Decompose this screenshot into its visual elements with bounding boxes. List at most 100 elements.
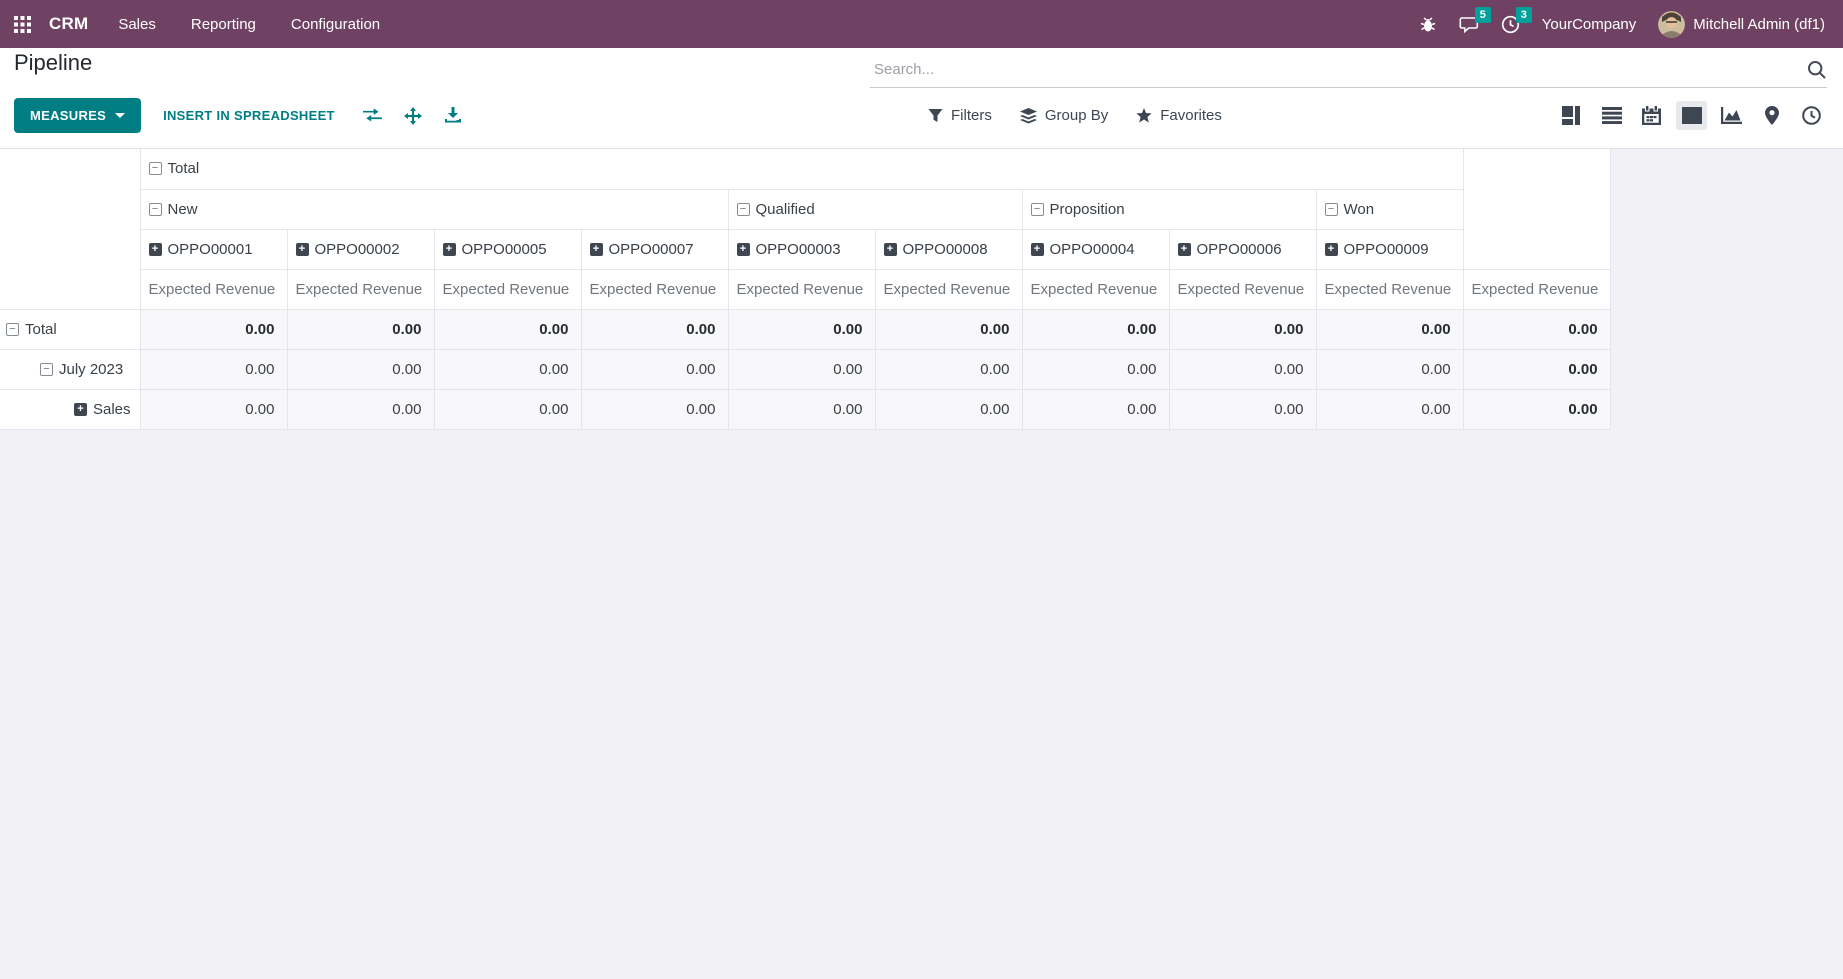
pivot-col-stage-qualified[interactable]: −Qualified (728, 189, 1022, 229)
collapse-icon[interactable]: − (6, 323, 19, 336)
stage-label: Won (1344, 201, 1375, 218)
pivot-row-july-2023: −July 2023 0.00 0.00 0.00 0.00 0.00 0.00… (0, 349, 1610, 389)
collapse-icon[interactable]: − (149, 203, 162, 216)
flip-axis-button[interactable] (359, 104, 386, 128)
pivot-col-group-total[interactable]: − Total (140, 149, 1463, 189)
measures-button[interactable]: MEASURES (14, 98, 141, 133)
collapse-icon[interactable]: − (1031, 203, 1044, 216)
pivot-corner-cell (0, 149, 140, 309)
group-by-button[interactable]: Group By (1020, 107, 1108, 124)
pivot-cell: 0.00 (434, 349, 581, 389)
pivot-col-opportunity[interactable]: +OPPO00002 (287, 229, 434, 269)
measure-header[interactable]: Expected Revenue (1169, 269, 1316, 309)
caret-down-icon (115, 113, 125, 118)
graph-icon (1721, 107, 1742, 124)
pivot-col-opportunity[interactable]: +OPPO00006 (1169, 229, 1316, 269)
pivot-col-opportunity[interactable]: +OPPO00005 (434, 229, 581, 269)
menu-configuration[interactable]: Configuration (291, 16, 380, 33)
pivot-col-opportunity[interactable]: +OPPO00009 (1316, 229, 1463, 269)
pivot-col-opportunity[interactable]: +OPPO00004 (1022, 229, 1169, 269)
measure-header[interactable]: Expected Revenue (287, 269, 434, 309)
pivot-cell: 0.00 (581, 389, 728, 429)
pivot-toolbar: MEASURES INSERT IN SPREADSHEET (14, 98, 466, 133)
pivot-col-opportunity[interactable]: + OPPO00001 (140, 229, 287, 269)
apps-menu-button[interactable] (10, 12, 35, 37)
pivot-cell: 0.00 (1169, 349, 1316, 389)
view-calendar-button[interactable] (1636, 101, 1667, 130)
measure-header[interactable]: Expected Revenue (434, 269, 581, 309)
measure-header[interactable]: Expected Revenue (1316, 269, 1463, 309)
pivot-row-header-sales[interactable]: +Sales (0, 389, 140, 429)
view-pivot-button[interactable] (1676, 101, 1707, 130)
expand-icon[interactable]: + (590, 243, 603, 256)
pivot-cell: 0.00 (581, 309, 728, 349)
collapse-icon[interactable]: − (737, 203, 750, 216)
view-kanban-button[interactable] (1556, 101, 1587, 130)
view-activity-button[interactable] (1796, 101, 1827, 130)
user-menu[interactable]: Mitchell Admin (df1) (1658, 11, 1825, 38)
expand-icon[interactable]: + (1178, 243, 1191, 256)
measure-header[interactable]: Expected Revenue (1463, 269, 1610, 309)
collapse-icon[interactable]: − (40, 363, 53, 376)
insert-in-spreadsheet-button[interactable]: INSERT IN SPREADSHEET (163, 108, 335, 123)
pivot-cell: 0.00 (287, 349, 434, 389)
pivot-cell: 0.00 (1316, 349, 1463, 389)
view-map-button[interactable] (1756, 101, 1787, 130)
search-button[interactable] (1807, 60, 1827, 80)
measure-header[interactable]: Expected Revenue (581, 269, 728, 309)
filters-button[interactable]: Filters (928, 107, 992, 124)
opportunity-label: OPPO00007 (609, 241, 694, 258)
stage-label: New (168, 201, 198, 218)
row-label: Total (25, 321, 57, 338)
calendar-icon (1642, 106, 1661, 125)
messages-badge: 5 (1475, 7, 1491, 23)
favorites-button[interactable]: Favorites (1136, 107, 1222, 124)
collapse-icon[interactable]: − (149, 162, 162, 175)
expand-icon[interactable]: + (74, 403, 87, 416)
pivot-col-stage-new[interactable]: −New (140, 189, 728, 229)
expand-icon[interactable]: + (737, 243, 750, 256)
col-group-label: Total (168, 160, 200, 177)
list-icon (1602, 107, 1622, 124)
app-name[interactable]: CRM (49, 14, 88, 34)
view-graph-button[interactable] (1716, 101, 1747, 130)
pivot-cell: 0.00 (140, 309, 287, 349)
search-bar (870, 54, 1827, 88)
menu-reporting[interactable]: Reporting (191, 16, 256, 33)
opportunity-label: OPPO00001 (168, 241, 253, 258)
pivot-cell: 0.00 (1463, 349, 1610, 389)
pivot-col-stage-won[interactable]: −Won (1316, 189, 1463, 229)
pivot-col-stage-proposition[interactable]: −Proposition (1022, 189, 1316, 229)
measure-header[interactable]: Expected Revenue (875, 269, 1022, 309)
menu-sales[interactable]: Sales (118, 16, 156, 33)
pivot-row-header-july-2023[interactable]: −July 2023 (0, 349, 140, 389)
expand-icon[interactable]: + (1325, 243, 1338, 256)
pivot-col-opportunity[interactable]: + OPPO00007 (581, 229, 728, 269)
messages-button[interactable]: 5 (1459, 15, 1479, 34)
pivot-row-header-total[interactable]: −Total (0, 309, 140, 349)
company-menu[interactable]: YourCompany (1542, 16, 1637, 33)
filters-label: Filters (951, 107, 992, 124)
expand-all-button[interactable] (400, 103, 426, 129)
kanban-icon (1562, 106, 1582, 125)
pivot-cell: 0.00 (140, 389, 287, 429)
expand-icon[interactable]: + (296, 243, 309, 256)
expand-icon[interactable]: + (1031, 243, 1044, 256)
pivot-cell: 0.00 (434, 309, 581, 349)
download-button[interactable] (440, 103, 466, 128)
pivot-col-opportunity[interactable]: +OPPO00003 (728, 229, 875, 269)
expand-icon[interactable]: + (443, 243, 456, 256)
measure-header[interactable]: Expected Revenue (140, 269, 287, 309)
star-icon (1136, 108, 1152, 123)
pivot-col-opportunity[interactable]: +OPPO00008 (875, 229, 1022, 269)
view-list-button[interactable] (1596, 101, 1627, 130)
expand-icon[interactable]: + (149, 243, 162, 256)
measure-header[interactable]: Expected Revenue (728, 269, 875, 309)
measure-header[interactable]: Expected Revenue (1022, 269, 1169, 309)
collapse-icon[interactable]: − (1325, 203, 1338, 216)
activities-button[interactable]: 3 (1501, 15, 1520, 34)
pivot-cell: 0.00 (140, 349, 287, 389)
search-input[interactable] (870, 54, 1793, 84)
debug-button[interactable] (1419, 15, 1437, 33)
expand-icon[interactable]: + (884, 243, 897, 256)
